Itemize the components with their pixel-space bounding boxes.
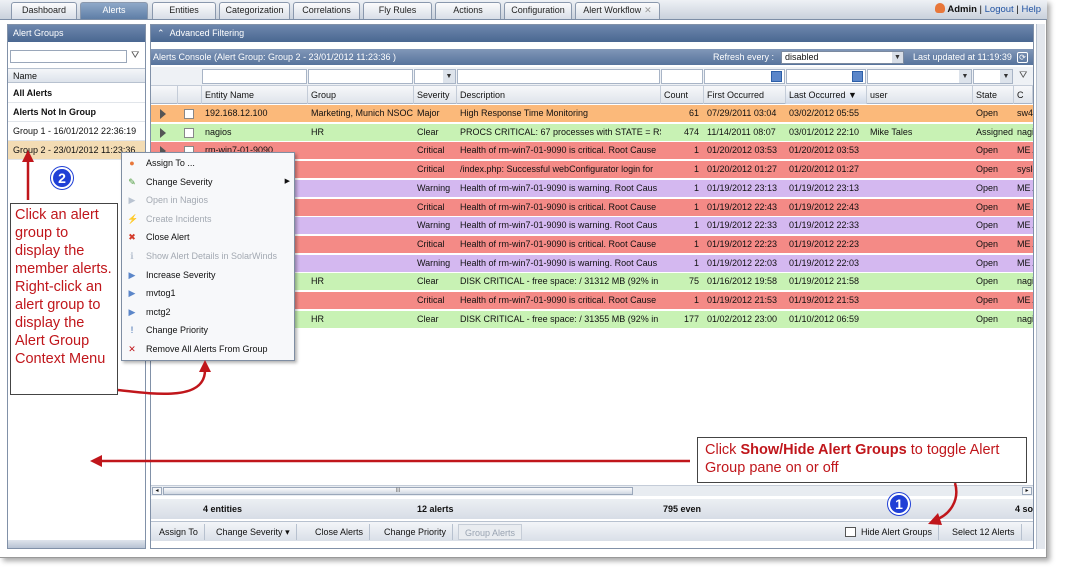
arrow-to-context-menu	[117, 369, 207, 396]
step-badge-2: 2	[51, 167, 73, 189]
callout-bold-text: Show/Hide Alert Groups	[740, 442, 907, 458]
callout-alert-group-help: Click an alert group to display the memb…	[10, 203, 118, 395]
callout-hide-groups-help: Click Show/Hide Alert Groups to toggle A…	[697, 437, 1027, 483]
step-badge-1: 1	[888, 493, 910, 515]
callout-text: Click	[705, 442, 741, 458]
